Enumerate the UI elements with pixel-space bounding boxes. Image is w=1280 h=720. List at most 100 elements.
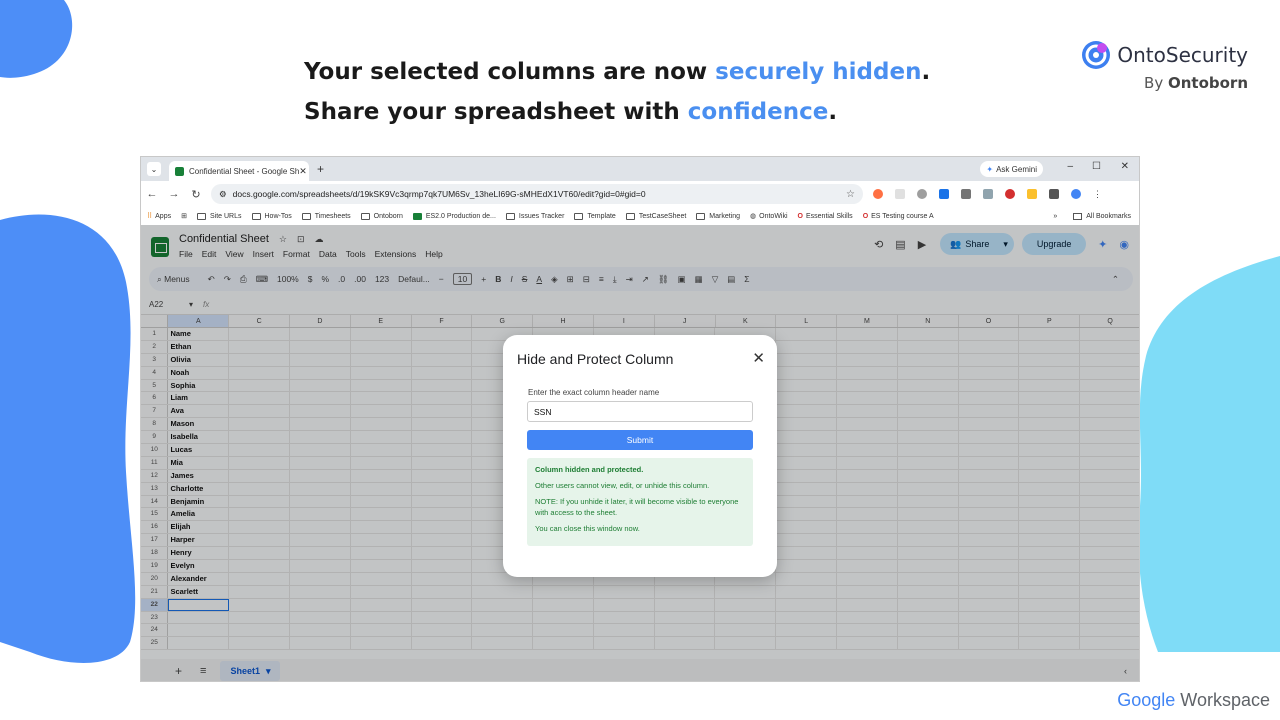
browser-menu-icon[interactable]: ⋮ bbox=[1093, 189, 1102, 199]
column-header-input[interactable] bbox=[527, 401, 753, 422]
folder-icon bbox=[696, 212, 706, 220]
extensions-puzzle-icon[interactable] bbox=[1049, 189, 1059, 199]
extension-icon[interactable] bbox=[1005, 189, 1015, 199]
bookmark-label: ES Testing course A bbox=[871, 212, 934, 220]
grid-icon: ⊞ bbox=[181, 213, 187, 220]
ask-gemini-button[interactable]: ✦ Ask Gemini bbox=[980, 161, 1043, 177]
folder-icon bbox=[574, 212, 584, 220]
folder-icon bbox=[196, 212, 206, 220]
profile-avatar-icon[interactable] bbox=[1071, 189, 1081, 199]
bookmark-item[interactable]: How-Tos bbox=[251, 212, 292, 220]
sheets-icon bbox=[412, 212, 422, 220]
apps-grid-icon: ⠿ bbox=[147, 213, 153, 220]
gemini-spark-icon: ✦ bbox=[986, 164, 994, 174]
success-line: NOTE: If you unhide it later, it will be… bbox=[535, 497, 739, 517]
bookmark-label: TestCaseSheet bbox=[638, 212, 687, 220]
bookmark-label: OntoWiki bbox=[759, 212, 788, 220]
tab-title: Confidential Sheet - Google Sh bbox=[189, 166, 300, 176]
dialog-title: Hide and Protect Column bbox=[517, 351, 674, 367]
bookmark-item[interactable]: O ES Testing course A bbox=[863, 213, 934, 220]
extension-icon[interactable] bbox=[939, 189, 949, 199]
maximize-icon[interactable]: ☐ bbox=[1092, 161, 1101, 172]
forward-icon[interactable]: → bbox=[163, 188, 185, 200]
bookmark-item[interactable]: ES2.0 Production de... bbox=[412, 212, 496, 220]
bookmark-item[interactable]: O Essential Skills bbox=[798, 213, 853, 220]
bookmark-item[interactable]: Marketing bbox=[696, 212, 740, 220]
folder-icon bbox=[251, 212, 261, 220]
bookmark-star-icon[interactable]: ☆ bbox=[846, 189, 855, 200]
bookmark-label: Apps bbox=[155, 212, 172, 220]
bookmark-label: Issues Tracker bbox=[518, 212, 565, 220]
folder-icon bbox=[360, 212, 370, 220]
bookmark-item[interactable]: Issues Tracker bbox=[505, 212, 565, 220]
bookmark-label: Essential Skills bbox=[806, 212, 853, 220]
headline-text: Your selected columns are now bbox=[304, 59, 716, 85]
opera-icon: O bbox=[862, 212, 869, 220]
google-wordmark: Google bbox=[1117, 690, 1176, 710]
workspace-wordmark: Workspace bbox=[1180, 690, 1270, 710]
folder-icon bbox=[301, 212, 311, 220]
extension-icon[interactable] bbox=[873, 189, 883, 199]
reload-icon[interactable]: ↻ bbox=[185, 188, 207, 201]
browser-tab[interactable]: Confidential Sheet - Google Sh ✕ bbox=[169, 161, 309, 181]
bookmark-item[interactable]: Site URLs bbox=[196, 212, 242, 220]
hide-protect-dialog: Hide and Protect Column ✕ Enter the exac… bbox=[503, 335, 777, 577]
bookmark-label: ES2.0 Production de... bbox=[425, 212, 496, 220]
bookmark-item[interactable]: Ontoborn bbox=[360, 212, 403, 220]
extension-icon[interactable] bbox=[895, 189, 905, 199]
success-message: Column hidden and protected. Other users… bbox=[527, 458, 753, 546]
extensions-row: ⋮ bbox=[873, 189, 1109, 199]
bookmark-grid[interactable]: ⊞ bbox=[181, 212, 187, 220]
blob-left bbox=[0, 214, 136, 663]
headline-highlight: confidence bbox=[687, 99, 829, 125]
google-workspace-logo: Google Workspace bbox=[1117, 690, 1270, 711]
site-settings-icon[interactable]: ⚙ bbox=[219, 189, 227, 200]
dialog-close-icon[interactable]: ✕ bbox=[752, 349, 765, 367]
bookmarks-bar: ⠿ Apps ⊞ Site URLs How-Tos Timesheets Ont… bbox=[141, 207, 1139, 225]
tab-close-icon[interactable]: ✕ bbox=[299, 166, 307, 177]
bookmark-item[interactable]: ◍ OntoWiki bbox=[750, 212, 788, 221]
address-bar: ← → ↻ ⚙ docs.google.com/spreadsheets/d/1… bbox=[141, 181, 1139, 207]
blob-top-left bbox=[0, 0, 73, 78]
submit-button[interactable]: Submit bbox=[527, 430, 753, 450]
all-bookmarks[interactable]: » All Bookmarks bbox=[1053, 212, 1131, 220]
extension-icon[interactable] bbox=[917, 189, 927, 199]
bookmark-item[interactable]: Timesheets bbox=[301, 212, 351, 220]
success-line: Other users cannot view, edit, or unhide… bbox=[535, 481, 710, 490]
url-input[interactable]: ⚙ docs.google.com/spreadsheets/d/19kSK9V… bbox=[211, 184, 863, 204]
extension-icon[interactable] bbox=[1027, 189, 1037, 199]
bookmark-item[interactable]: TestCaseSheet bbox=[625, 212, 687, 220]
bookmark-label: Template bbox=[587, 212, 616, 220]
brand-byline: By Ontoborn bbox=[1081, 74, 1248, 92]
new-tab-icon[interactable]: + bbox=[317, 162, 324, 176]
success-line: You can close this window now. bbox=[535, 524, 640, 533]
bookmark-label: Ontoborn bbox=[373, 212, 403, 220]
brand-logo: OntoSecurity By Ontoborn bbox=[1081, 40, 1248, 92]
ask-gemini-label: Ask Gemini bbox=[996, 164, 1037, 174]
back-icon[interactable]: ← bbox=[141, 188, 163, 200]
headline: Your selected columns are now securely h… bbox=[304, 52, 1004, 132]
window-close-icon[interactable]: ✕ bbox=[1121, 161, 1129, 172]
blob-right bbox=[1138, 256, 1280, 652]
all-bookmarks-label: All Bookmarks bbox=[1086, 212, 1131, 220]
extension-icon[interactable] bbox=[983, 189, 993, 199]
folder-icon bbox=[625, 212, 635, 220]
folder-icon bbox=[505, 212, 515, 220]
bookmark-label: How-Tos bbox=[264, 212, 292, 220]
ontosecurity-logo-icon bbox=[1082, 41, 1111, 69]
bookmark-item[interactable]: Template bbox=[574, 212, 616, 220]
brand-by-name: Ontoborn bbox=[1167, 74, 1248, 92]
bookmark-label: Site URLs bbox=[209, 212, 242, 220]
bookmark-apps[interactable]: ⠿ Apps bbox=[147, 212, 172, 221]
opera-icon: O bbox=[797, 212, 803, 220]
extension-icon[interactable] bbox=[961, 189, 971, 199]
headline-highlight: securely hidden bbox=[715, 59, 922, 85]
minimize-icon[interactable]: – bbox=[1067, 161, 1073, 172]
browser-titlebar: ⌄ Confidential Sheet - Google Sh ✕ + ✦ A… bbox=[141, 157, 1139, 181]
more-chevron-icon[interactable]: » bbox=[1053, 213, 1057, 220]
headline-text: . bbox=[828, 99, 838, 125]
slide: Your selected columns are now securely h… bbox=[0, 0, 1280, 720]
tab-search-chevron-icon[interactable]: ⌄ bbox=[147, 162, 161, 176]
bookmark-label: Timesheets bbox=[314, 212, 351, 220]
globe-icon: ◍ bbox=[750, 213, 757, 220]
